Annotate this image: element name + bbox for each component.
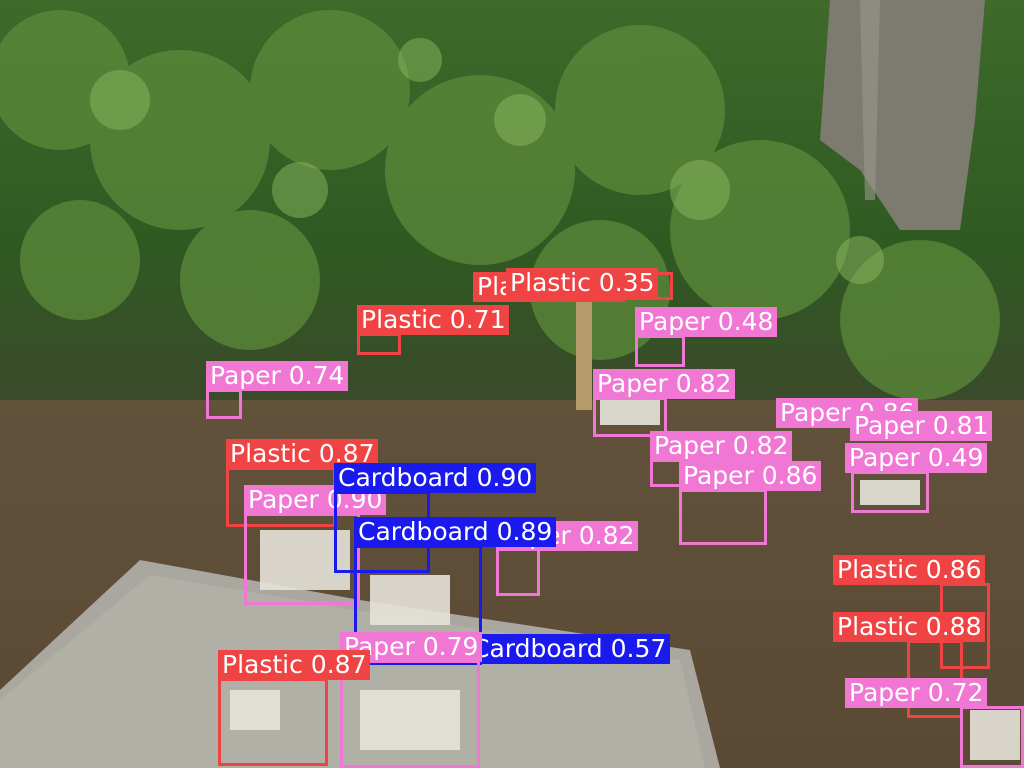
detection-label: Paper 0.72 <box>845 678 988 708</box>
detection-label: Cardboard 0.57 <box>468 634 671 664</box>
detection-label: Cardboard 0.89 <box>354 517 557 547</box>
photo-scene: Plastic 0.47 Plastic 0.35 Plastic 0.71 P… <box>0 0 1024 768</box>
detection-label: Paper 0.86 <box>679 461 822 491</box>
detection-label: Plastic 0.87 <box>218 650 371 680</box>
detection-label: Paper 0.74 <box>206 361 349 391</box>
detection-label: Paper 0.81 <box>850 411 993 441</box>
detection-label: Paper 0.82 <box>593 369 736 399</box>
detection-label: Plastic 0.71 <box>357 305 510 335</box>
detection-label: Paper 0.48 <box>635 307 778 337</box>
detection-label: Plastic 0.35 <box>506 268 659 298</box>
detection-label: Plastic 0.88 <box>833 612 986 642</box>
detection-label: Paper 0.82 <box>650 431 793 461</box>
detection-label: Paper 0.49 <box>845 443 988 473</box>
detection-label: Plastic 0.86 <box>833 555 986 585</box>
detection-label: Cardboard 0.90 <box>334 463 537 493</box>
